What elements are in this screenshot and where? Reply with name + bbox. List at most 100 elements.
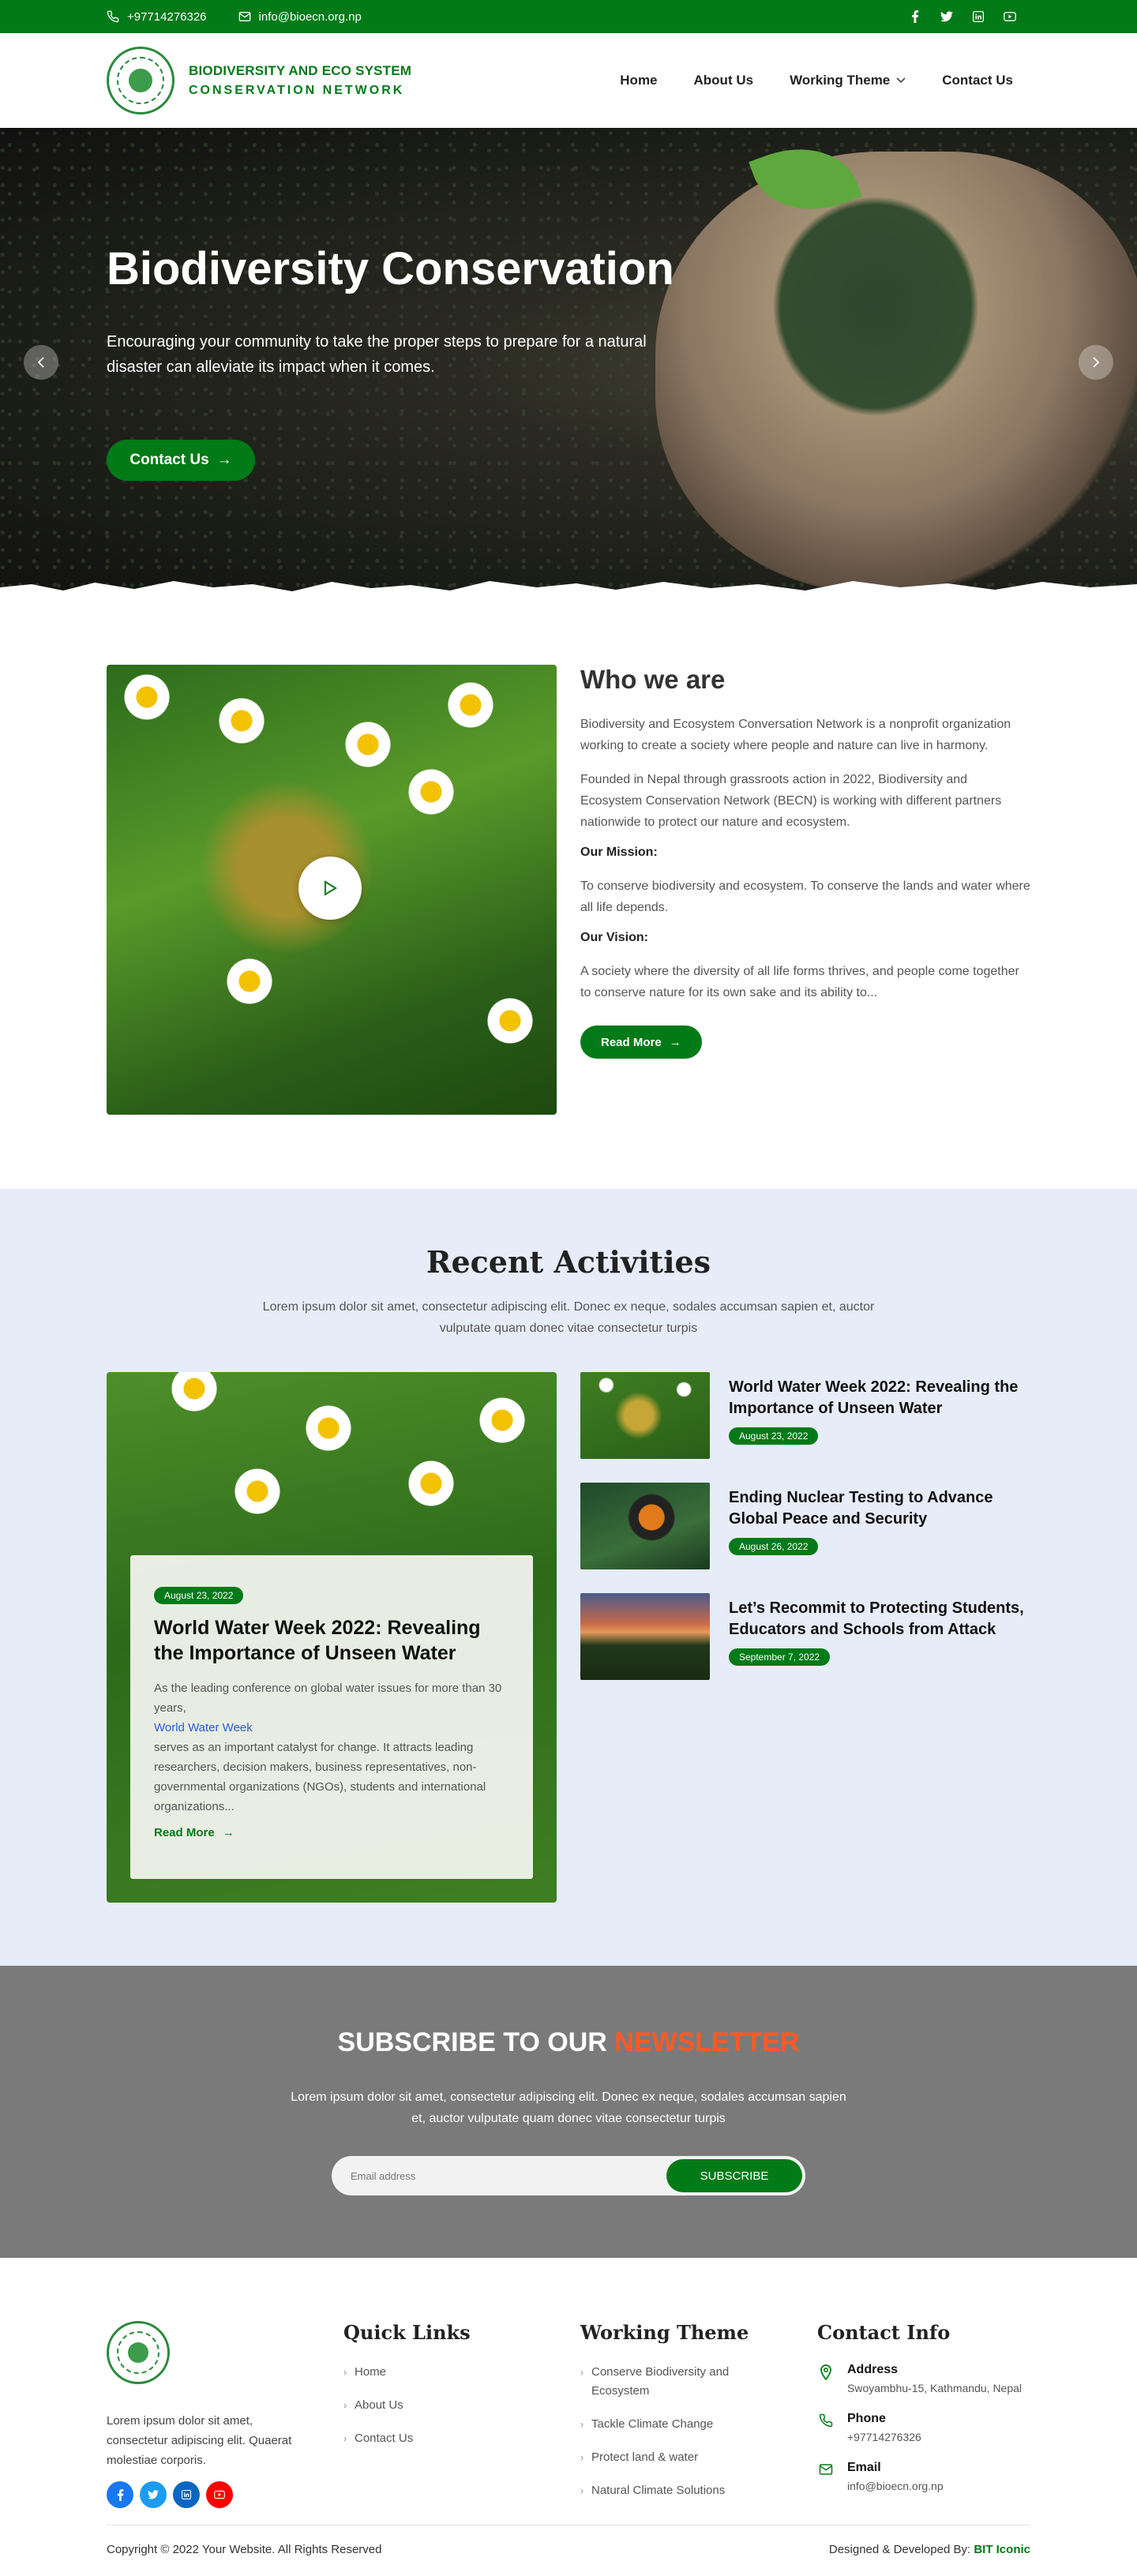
phone-icon <box>107 10 119 23</box>
nav-contact-us[interactable]: Contact Us <box>942 73 1013 88</box>
developer-link[interactable]: BIT Iconic <box>974 2543 1030 2556</box>
designed-by: Designed & Developed By: BIT Iconic <box>829 2543 1030 2556</box>
activity-title[interactable]: World Water Week 2022: Revealing the Imp… <box>729 1377 1037 1419</box>
designed-by-label: Designed & Developed By: <box>828 2543 971 2556</box>
who-read-more-button[interactable]: Read More → <box>580 1026 702 1059</box>
mail-icon <box>238 12 250 21</box>
activity-thumbnail-bird[interactable] <box>580 1372 710 1459</box>
date-badge: August 26, 2022 <box>729 1538 819 1555</box>
topbar-social <box>909 10 1016 23</box>
facebook-icon[interactable] <box>909 10 921 23</box>
nav-about-us[interactable]: About Us <box>694 73 754 88</box>
slider-next-button[interactable] <box>1079 345 1113 380</box>
contact-info-title: Contact Info <box>817 2321 951 2344</box>
vision-text: A society where the diversity of all lif… <box>580 965 1019 999</box>
video-thumbnail-bird[interactable] <box>107 665 557 1115</box>
activity-thumbnail-warbler[interactable] <box>580 1483 710 1569</box>
activity-list-item[interactable]: Ending Nuclear Testing to Advance Global… <box>580 1483 1030 1569</box>
brand-line-1: BIODIVERSITY AND ECO SYSTEM <box>189 63 412 78</box>
phone-icon <box>819 2413 833 2428</box>
logo[interactable] <box>107 47 174 114</box>
footer-theme-label: Protect land & water <box>591 2450 699 2464</box>
nav-home[interactable]: Home <box>620 73 657 88</box>
main-nav: Home About Us Working Theme Contact Us <box>620 73 1013 88</box>
linkedin-icon[interactable] <box>173 2481 200 2508</box>
footer-theme-link[interactable]: › Conserve Biodiversity and Ecosystem <box>580 2363 770 2401</box>
featured-activity-overlay: August 23, 2022 World Water Week 2022: R… <box>130 1555 533 1879</box>
torn-edge-divider <box>0 581 1137 602</box>
recent-subtitle: Lorem ipsum dolor sit amet, consectetur … <box>262 1300 875 1335</box>
footer-contact-info: Contact Info Address Swoyambhu-15, Kathma… <box>817 2321 1046 2510</box>
footer-working-theme: Working Theme › Conserve Biodiversity and… <box>580 2321 770 2514</box>
footer-social <box>107 2481 312 2508</box>
play-icon <box>325 880 337 896</box>
hero-contact-button[interactable]: Contact Us → <box>107 440 255 481</box>
featured-activity-card[interactable]: August 23, 2022 World Water Week 2022: R… <box>107 1372 557 1903</box>
chevron-left-icon <box>37 357 44 368</box>
slider-prev-button[interactable] <box>24 345 58 380</box>
newsletter-email-input[interactable] <box>351 2169 666 2182</box>
topbar-phone[interactable]: +97714276326 <box>107 10 207 24</box>
activity-title[interactable]: Ending Nuclear Testing to Advance Global… <box>729 1487 1037 1530</box>
activity-thumbnail-sunset-forest[interactable] <box>580 1593 710 1680</box>
twitter-icon[interactable] <box>940 10 953 23</box>
footer-link-about-us[interactable]: › About Us <box>343 2396 549 2415</box>
arrow-right-icon: → <box>222 1826 235 1839</box>
newsletter-title-highlight: NEWSLETTER <box>614 2027 800 2057</box>
world-water-week-link[interactable]: World Water Week <box>154 1721 253 1734</box>
mission-label: Our Mission: <box>580 846 658 859</box>
email-label: Email <box>847 2461 881 2474</box>
youtube-icon[interactable] <box>206 2481 233 2508</box>
activity-list-item[interactable]: Let’s Recommit to Protecting Students, E… <box>580 1593 1030 1680</box>
linkedin-icon[interactable] <box>972 10 985 23</box>
contact-phone[interactable]: Phone +97714276326 <box>817 2412 1046 2445</box>
who-title: Who we are <box>580 665 726 694</box>
newsletter-section: SUBSCRIBE TO OUR NEWSLETTER Lorem ipsum … <box>0 1966 1137 2258</box>
mail-icon <box>819 2464 833 2475</box>
footer-theme-link[interactable]: › Tackle Climate Change <box>580 2415 770 2434</box>
topbar-email[interactable]: info@bioecn.org.np <box>238 10 362 24</box>
featured-activity-title[interactable]: World Water Week 2022: Revealing the Imp… <box>154 1615 509 1666</box>
newsletter-title-main: SUBSCRIBE TO OUR <box>337 2027 607 2057</box>
chevron-down-icon <box>896 77 906 84</box>
footer-link-label: About Us <box>355 2398 403 2412</box>
topbar-email-text: info@bioecn.org.np <box>258 9 362 24</box>
top-bar: +97714276326 info@bioecn.org.np <box>0 0 1137 33</box>
brand-name[interactable]: BIODIVERSITY AND ECO SYSTEM CONSERVATION… <box>189 63 411 98</box>
footer-logo[interactable] <box>107 2321 170 2384</box>
quick-links-title: Quick Links <box>343 2321 471 2344</box>
contact-email[interactable]: Email info@bioecn.org.np <box>817 2461 1046 2494</box>
footer-theme-label: Conserve Biodiversity and Ecosystem <box>591 2365 730 2398</box>
address-label: Address <box>847 2363 899 2376</box>
chevron-right-icon: › <box>343 2400 347 2411</box>
recent-activities-section: Recent Activities Lorem ipsum dolor sit … <box>0 1189 1137 1966</box>
newsletter-title: SUBSCRIBE TO OUR NEWSLETTER <box>0 2027 1137 2058</box>
featured-activity-text: As the leading conference on global wate… <box>154 1678 509 1817</box>
footer-bottom-bar: Copyright © 2022 Your Website. All Right… <box>107 2525 1030 2556</box>
topbar-phone-text: +97714276326 <box>127 9 207 24</box>
hero-image-hands-soil <box>655 152 1137 594</box>
footer-theme-link[interactable]: › Natural Climate Solutions <box>580 2481 770 2500</box>
location-pin-icon <box>820 2364 831 2380</box>
address-value: Swoyambhu-15, Kathmandu, Nepal <box>847 2382 1023 2394</box>
subscribe-button[interactable]: SUBSCRIBE <box>666 2159 802 2192</box>
activity-title[interactable]: Let’s Recommit to Protecting Students, E… <box>729 1598 1037 1640</box>
who-paragraph-1: Biodiversity and Ecosystem Conversation … <box>580 718 1011 752</box>
footer-link-home[interactable]: › Home <box>343 2363 549 2382</box>
who-paragraph-2: Founded in Nepal through grassroots acti… <box>580 773 1002 829</box>
youtube-icon[interactable] <box>1004 10 1016 23</box>
twitter-icon[interactable] <box>140 2481 167 2508</box>
facebook-icon[interactable] <box>107 2481 133 2508</box>
brand-line-2: CONSERVATION NETWORK <box>189 84 405 97</box>
nav-working-theme[interactable]: Working Theme <box>790 73 906 88</box>
footer-link-label: Home <box>355 2365 387 2379</box>
chevron-right-icon: › <box>343 2433 347 2444</box>
phone-value: +97714276326 <box>847 2431 921 2443</box>
newsletter-text: Lorem ipsum dolor sit amet, consectetur … <box>291 2090 846 2125</box>
footer-theme-link[interactable]: › Protect land & water <box>580 2448 770 2467</box>
featured-read-more-link[interactable]: Read More → <box>154 1826 509 1839</box>
play-button[interactable] <box>298 857 362 920</box>
activity-list-item[interactable]: World Water Week 2022: Revealing the Imp… <box>580 1372 1030 1459</box>
footer-link-contact-us[interactable]: › Contact Us <box>343 2429 549 2448</box>
who-read-more-label: Read More <box>601 1035 662 1049</box>
